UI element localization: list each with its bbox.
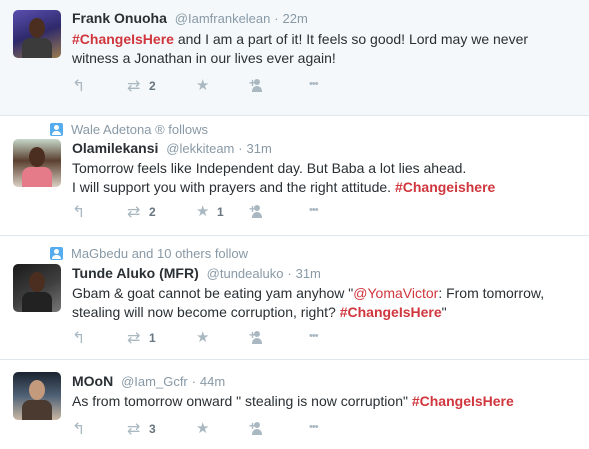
retweet-button[interactable]: 3 (127, 419, 195, 438)
tweet-text-segment: Gbam & goat cannot be eating yam anyhow … (72, 285, 354, 301)
more-icon (309, 204, 325, 219)
reply-button[interactable] (72, 202, 127, 221)
hashtag-link[interactable]: #ChangeIsHere (72, 31, 174, 47)
reply-button[interactable] (72, 419, 127, 438)
timestamp[interactable]: 31m (247, 141, 272, 156)
retweet-icon (127, 328, 143, 347)
reply-icon (72, 419, 88, 438)
tweet[interactable]: MaGbedu and 10 others follow Tunde Aluko… (0, 236, 589, 360)
more-icon (309, 78, 325, 93)
retweet-icon (127, 202, 143, 221)
more-icon (309, 421, 325, 436)
separator-dot: · (238, 141, 243, 156)
favorite-button[interactable] (195, 419, 251, 437)
author-name[interactable]: Frank Onuoha (72, 10, 167, 26)
tweet-text: Tomorrow feels like Independent day. But… (72, 159, 572, 197)
follow-context-icon (50, 123, 63, 136)
more-button[interactable] (309, 421, 325, 436)
favorite-button[interactable] (195, 76, 251, 94)
timestamp[interactable]: 44m (200, 374, 225, 389)
tweet-actions: 2 1 (72, 202, 325, 221)
timestamp[interactable]: 31m (296, 266, 321, 281)
reply-icon (72, 328, 88, 347)
follow-context-icon (50, 247, 63, 260)
tweet-text: As from tomorrow onward " stealing is no… (72, 392, 572, 411)
author-handle[interactable]: @tundealuko (207, 266, 284, 281)
tweet-actions: 1 (72, 328, 325, 347)
context-text[interactable]: MaGbedu and 10 others follow (71, 246, 248, 261)
author-handle[interactable]: @Iam_Gcfr (121, 374, 188, 389)
reply-icon (72, 202, 88, 221)
hashtag-link[interactable]: #Changeishere (395, 179, 495, 195)
tweet-text-segment: " (441, 304, 447, 320)
author-name[interactable]: Olamilekansi (72, 140, 158, 156)
separator-dot: · (191, 374, 196, 389)
follow-icon (249, 328, 267, 345)
reply-icon (72, 76, 88, 95)
retweet-icon (127, 419, 143, 438)
reply-button[interactable] (72, 328, 127, 347)
tweet-context: Wale Adetona ® follows (50, 122, 208, 137)
tweet-context: MaGbedu and 10 others follow (50, 246, 248, 261)
hashtag-link[interactable]: #ChangeIsHere (340, 304, 442, 320)
tweet-actions: 2 (72, 76, 325, 95)
avatar[interactable] (13, 10, 61, 58)
timestamp[interactable]: 22m (283, 11, 308, 26)
more-icon (309, 330, 325, 345)
author-name[interactable]: MOoN (72, 373, 113, 389)
follow-icon (249, 419, 267, 436)
more-button[interactable] (309, 330, 325, 345)
follow-button[interactable] (249, 202, 309, 219)
more-button[interactable] (309, 78, 325, 93)
retweet-button[interactable]: 1 (127, 328, 195, 347)
hashtag-link[interactable]: #ChangeIsHere (412, 393, 514, 409)
follow-button[interactable] (249, 76, 309, 93)
tweet-text: Gbam & goat cannot be eating yam anyhow … (72, 284, 572, 322)
avatar[interactable] (13, 372, 61, 420)
reply-button[interactable] (72, 76, 127, 95)
author-handle[interactable]: @lekkiteam (166, 141, 234, 156)
retweet-count: 3 (149, 422, 156, 436)
separator-dot: · (287, 266, 292, 281)
retweet-count: 2 (149, 205, 156, 219)
author-handle[interactable]: @Iamfrankelean (175, 11, 271, 26)
favorite-count: 1 (217, 205, 224, 219)
retweet-icon (127, 76, 143, 95)
tweet-header: Tunde Aluko (MFR) @tundealuko · 31m (72, 265, 321, 281)
tweet[interactable]: Frank Onuoha @Iamfrankelean · 22m #Chang… (0, 0, 589, 116)
tweet-header: Olamilekansi @lekkiteam · 31m (72, 140, 272, 156)
follow-icon (249, 202, 267, 219)
favorite-icon (195, 419, 211, 437)
retweet-count: 2 (149, 79, 156, 93)
retweet-button[interactable]: 2 (127, 76, 195, 95)
tweet-text-segment: Tomorrow feels like Independent day. But… (72, 160, 467, 176)
tweet[interactable]: MOoN @Iam_Gcfr · 44m As from tomorrow on… (0, 360, 589, 449)
tweet-text-segment: I will support you with prayers and the … (72, 179, 395, 195)
retweet-count: 1 (149, 331, 156, 345)
tweet-actions: 3 (72, 419, 325, 438)
separator-dot: · (274, 11, 279, 26)
follow-button[interactable] (249, 328, 309, 345)
author-name[interactable]: Tunde Aluko (MFR) (72, 265, 199, 281)
tweet-header: Frank Onuoha @Iamfrankelean · 22m (72, 10, 308, 26)
retweet-button[interactable]: 2 (127, 202, 195, 221)
favorite-icon (195, 76, 211, 94)
tweet-feed: Frank Onuoha @Iamfrankelean · 22m #Chang… (0, 0, 589, 449)
follow-button[interactable] (249, 419, 309, 436)
mention-link[interactable]: @YomaVictor (353, 285, 438, 301)
favorite-button[interactable] (195, 328, 251, 346)
follow-icon (249, 76, 267, 93)
context-text[interactable]: Wale Adetona ® follows (71, 122, 208, 137)
tweet[interactable]: Wale Adetona ® follows Olamilekansi @lek… (0, 116, 589, 236)
tweet-header: MOoN @Iam_Gcfr · 44m (72, 373, 225, 389)
favorite-icon (195, 202, 211, 220)
avatar[interactable] (13, 139, 61, 187)
more-button[interactable] (309, 204, 325, 219)
favorite-button[interactable]: 1 (195, 202, 251, 220)
tweet-text-segment: As from tomorrow onward " stealing is no… (72, 393, 412, 409)
favorite-icon (195, 328, 211, 346)
avatar[interactable] (13, 264, 61, 312)
tweet-text: #ChangeIsHere and I am a part of it! It … (72, 30, 572, 68)
